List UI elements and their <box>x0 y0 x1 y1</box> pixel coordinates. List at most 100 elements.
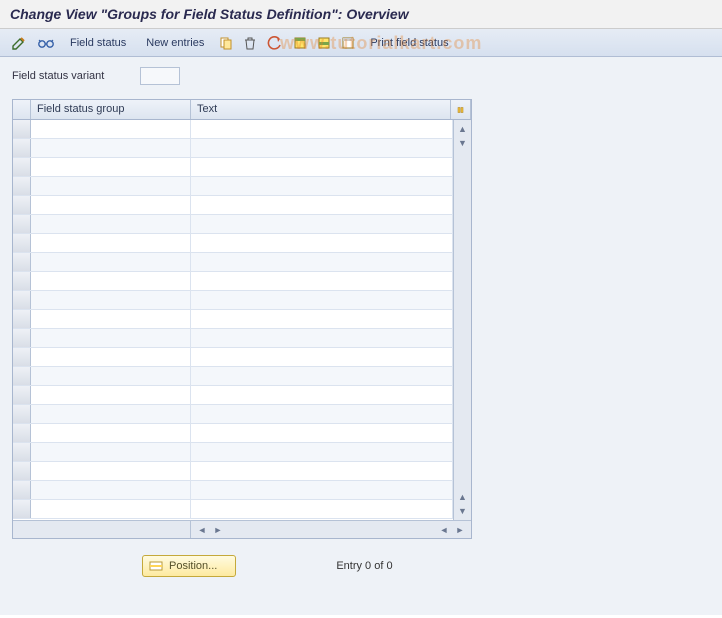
row-selector[interactable] <box>13 177 31 195</box>
group-column-header[interactable]: Field status group <box>31 100 191 119</box>
cell-text[interactable] <box>191 215 453 233</box>
cell-group[interactable] <box>31 405 191 423</box>
cell-group[interactable] <box>31 500 191 518</box>
row-selector[interactable] <box>13 215 31 233</box>
cell-text[interactable] <box>191 367 453 385</box>
table-row <box>13 500 453 519</box>
table-row <box>13 481 453 500</box>
row-selector[interactable] <box>13 291 31 309</box>
cell-group[interactable] <box>31 291 191 309</box>
vertical-scrollbar[interactable]: ▲ ▼ ▲ ▼ <box>453 120 471 520</box>
cell-text[interactable] <box>191 234 453 252</box>
cell-group[interactable] <box>31 120 191 138</box>
cell-text[interactable] <box>191 158 453 176</box>
table-row <box>13 443 453 462</box>
cell-group[interactable] <box>31 310 191 328</box>
cell-text[interactable] <box>191 253 453 271</box>
print-field-status-button[interactable]: Print field status <box>362 37 456 49</box>
row-selector[interactable] <box>13 120 31 138</box>
details-glasses-icon[interactable] <box>34 33 58 53</box>
row-selector[interactable] <box>13 367 31 385</box>
row-selector[interactable] <box>13 272 31 290</box>
cell-group[interactable] <box>31 196 191 214</box>
cell-text[interactable] <box>191 272 453 290</box>
cell-group[interactable] <box>31 139 191 157</box>
cell-group[interactable] <box>31 272 191 290</box>
row-selector[interactable] <box>13 443 31 461</box>
row-selector[interactable] <box>13 405 31 423</box>
row-selector[interactable] <box>13 329 31 347</box>
undo-icon[interactable] <box>264 33 286 53</box>
row-selector[interactable] <box>13 139 31 157</box>
variant-input[interactable] <box>140 67 180 85</box>
cell-text[interactable] <box>191 386 453 404</box>
cell-group[interactable] <box>31 443 191 461</box>
cell-group[interactable] <box>31 329 191 347</box>
scroll-up-icon[interactable]: ▲ <box>456 122 470 136</box>
cell-text[interactable] <box>191 329 453 347</box>
row-selector[interactable] <box>13 234 31 252</box>
position-button[interactable]: Position... <box>142 555 236 577</box>
table-row <box>13 462 453 481</box>
cell-text[interactable] <box>191 481 453 499</box>
select-column-header[interactable] <box>13 100 31 119</box>
scroll-up-bottom-icon[interactable]: ▲ <box>456 490 470 504</box>
cell-group[interactable] <box>31 462 191 480</box>
variant-row: Field status variant <box>12 67 710 85</box>
table-row <box>13 234 453 253</box>
row-selector[interactable] <box>13 386 31 404</box>
cell-group[interactable] <box>31 481 191 499</box>
configure-columns-icon[interactable] <box>451 100 471 119</box>
select-all-icon[interactable] <box>290 33 310 53</box>
cell-text[interactable] <box>191 405 453 423</box>
row-selector[interactable] <box>13 481 31 499</box>
cell-group[interactable] <box>31 253 191 271</box>
row-selector[interactable] <box>13 348 31 366</box>
cell-group[interactable] <box>31 424 191 442</box>
table-row <box>13 120 453 139</box>
cell-text[interactable] <box>191 500 453 518</box>
scroll-right-icon[interactable]: ► <box>211 523 225 537</box>
field-status-button[interactable]: Field status <box>62 37 134 49</box>
scroll-down-icon[interactable]: ▼ <box>456 136 470 150</box>
cell-text[interactable] <box>191 443 453 461</box>
row-selector[interactable] <box>13 196 31 214</box>
text-column-header[interactable]: Text <box>191 100 451 119</box>
cell-text[interactable] <box>191 310 453 328</box>
cell-text[interactable] <box>191 177 453 195</box>
cell-text[interactable] <box>191 291 453 309</box>
cell-text[interactable] <box>191 139 453 157</box>
cell-text[interactable] <box>191 348 453 366</box>
row-selector[interactable] <box>13 253 31 271</box>
scroll-left-end-icon[interactable]: ◄ <box>437 523 451 537</box>
row-selector[interactable] <box>13 310 31 328</box>
row-selector[interactable] <box>13 500 31 518</box>
cell-text[interactable] <box>191 462 453 480</box>
table-row <box>13 329 453 348</box>
cell-group[interactable] <box>31 234 191 252</box>
cell-group[interactable] <box>31 158 191 176</box>
new-entries-button[interactable]: New entries <box>138 37 212 49</box>
cell-group[interactable] <box>31 177 191 195</box>
edit-pencil-icon[interactable] <box>8 33 30 53</box>
horizontal-scrollbar[interactable]: ◄ ► ◄ ► <box>13 520 471 538</box>
scroll-left-icon[interactable]: ◄ <box>195 523 209 537</box>
scroll-right-end-icon[interactable]: ► <box>453 523 467 537</box>
copy-icon[interactable] <box>216 33 236 53</box>
row-selector[interactable] <box>13 462 31 480</box>
delete-trash-icon[interactable] <box>240 33 260 53</box>
select-block-icon[interactable] <box>314 33 334 53</box>
cell-group[interactable] <box>31 386 191 404</box>
cell-group[interactable] <box>31 215 191 233</box>
content-area: Field status variant Field status group … <box>0 57 722 615</box>
cell-group[interactable] <box>31 367 191 385</box>
cell-text[interactable] <box>191 120 453 138</box>
cell-text[interactable] <box>191 424 453 442</box>
row-selector[interactable] <box>13 424 31 442</box>
row-selector[interactable] <box>13 158 31 176</box>
cell-group[interactable] <box>31 348 191 366</box>
scroll-down-bottom-icon[interactable]: ▼ <box>456 504 470 518</box>
deselect-all-icon[interactable] <box>338 33 358 53</box>
cell-text[interactable] <box>191 196 453 214</box>
table-row <box>13 139 453 158</box>
